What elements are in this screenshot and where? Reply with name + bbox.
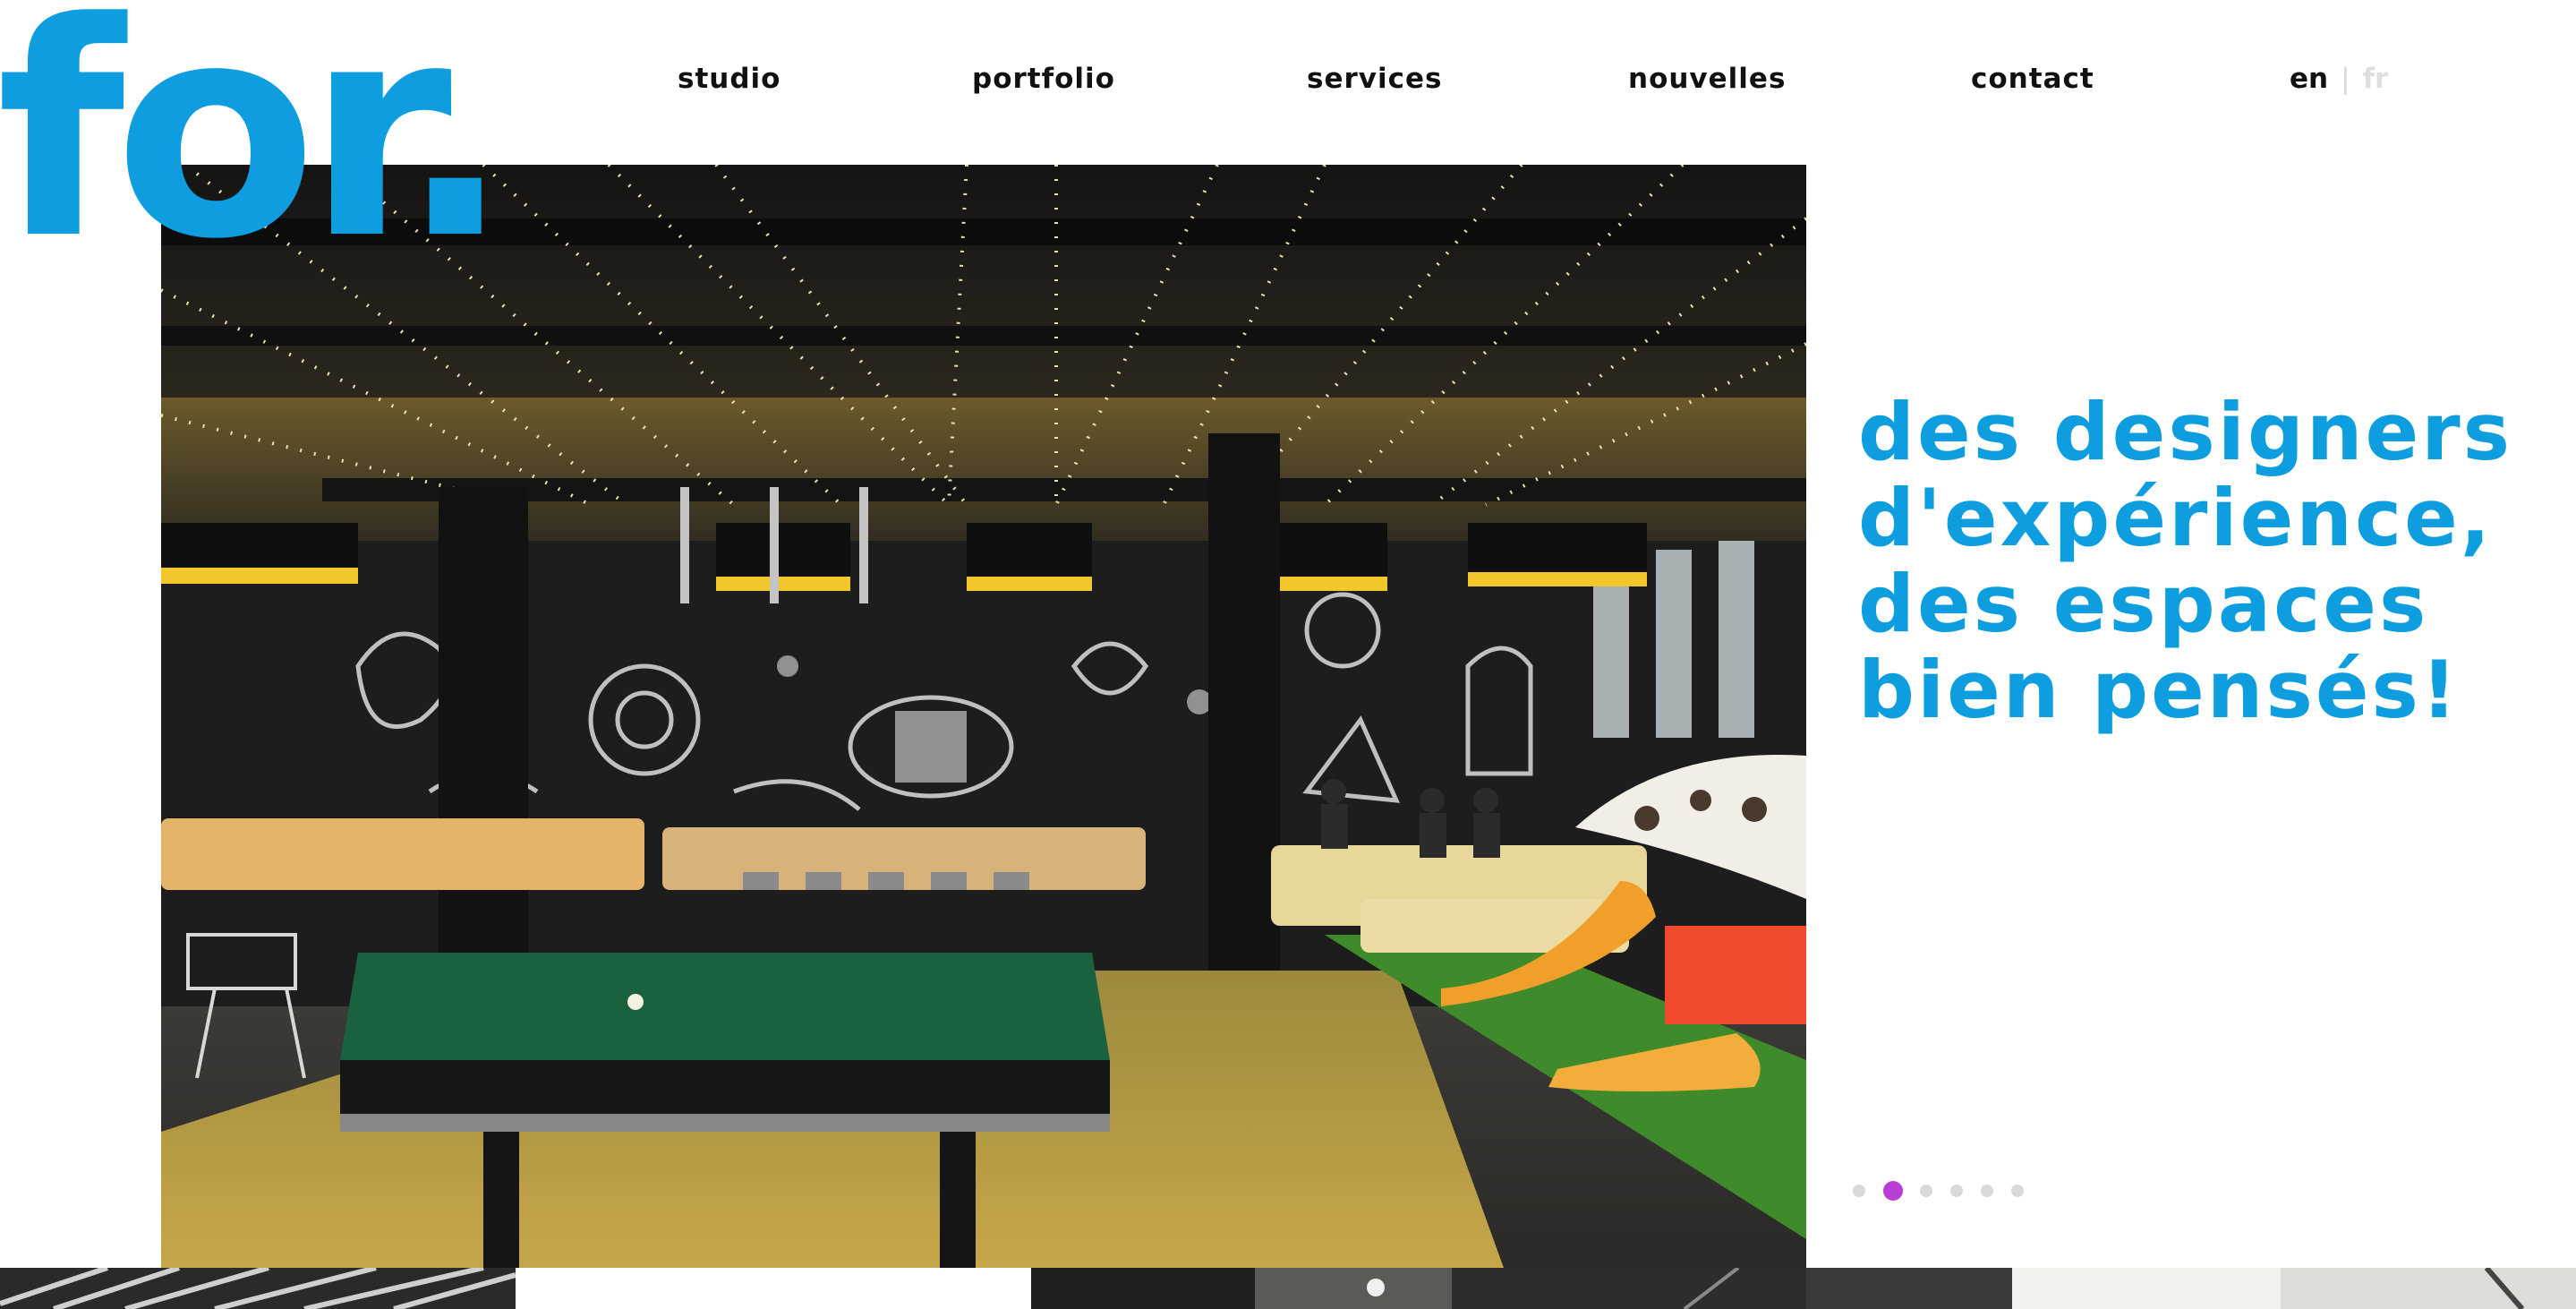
slider-dot-4[interactable]	[1950, 1185, 1963, 1197]
nav-item-contact[interactable]: contact	[1971, 63, 2094, 95]
nav-item-studio[interactable]: studio	[678, 63, 780, 95]
tagline-line: d'expérience,	[1858, 472, 2494, 564]
language-en[interactable]: en	[2290, 63, 2328, 95]
language-fr[interactable]: fr	[2363, 63, 2389, 95]
hero-illustration	[161, 165, 1806, 1268]
slider-dot-5[interactable]	[1981, 1185, 1993, 1197]
tagline-line: des designers	[1858, 386, 2513, 478]
thumbnail-3[interactable]	[1031, 1268, 1452, 1309]
logo[interactable]: for.	[0, 0, 511, 279]
slider-dot-2[interactable]	[1883, 1181, 1903, 1201]
slider-dot-6[interactable]	[2011, 1185, 2024, 1197]
nav-item-portfolio[interactable]: portfolio	[972, 63, 1115, 95]
thumbnail-1[interactable]	[0, 1268, 516, 1309]
thumbnail-4[interactable]	[1452, 1268, 1806, 1309]
tagline-line: bien pensés!	[1858, 644, 2461, 736]
thumbnail-2[interactable]	[516, 1268, 1031, 1309]
thumbnail-5-image	[1806, 1268, 2576, 1309]
thumbnail-3-image	[1031, 1268, 1452, 1309]
thumbnail-5[interactable]	[1806, 1268, 2576, 1309]
language-separator: |	[2341, 63, 2350, 95]
nav-item-services[interactable]: services	[1307, 63, 1442, 95]
thumbnail-1-image	[0, 1268, 516, 1309]
slider-dot-3[interactable]	[1920, 1185, 1932, 1197]
slider-dot-1[interactable]	[1853, 1185, 1865, 1197]
tagline-line: des espaces	[1858, 558, 2429, 650]
hero-tagline: des designers d'expérience, des espaces …	[1858, 389, 2538, 733]
hero-image	[161, 165, 1806, 1268]
thumbnail-4-image	[1452, 1268, 1806, 1309]
language-switcher: en | fr	[2290, 63, 2388, 95]
nav-item-nouvelles[interactable]: nouvelles	[1628, 63, 1786, 95]
